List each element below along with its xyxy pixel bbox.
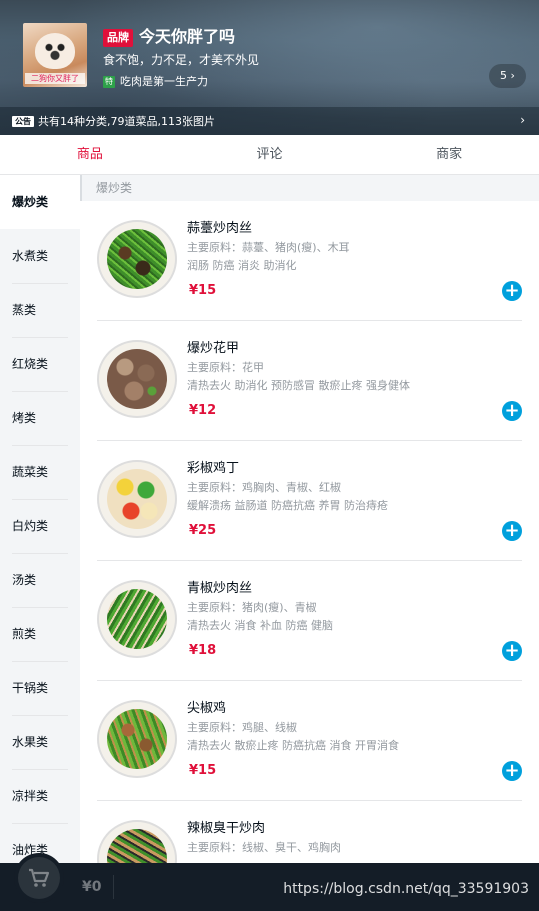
bulletin-bar[interactable]: 公告 共有14种分类,79道菜品,113张图片 › xyxy=(0,107,539,135)
plus-circle-icon[interactable]: + xyxy=(502,641,522,661)
dog-face-image xyxy=(35,33,75,69)
brand-badge: 品牌 xyxy=(103,29,133,47)
shop-description: 食不饱，力不足，才美不外见 xyxy=(103,53,260,67)
food-image xyxy=(97,219,177,299)
menu-item-label: 蒸类 xyxy=(12,283,68,338)
plus-circle-icon[interactable]: + xyxy=(502,761,522,781)
food-tags: 清热去火 消食 补血 防癌 健脑 xyxy=(187,619,333,632)
food-name: 尖椒鸡 xyxy=(187,701,227,716)
menu-item-soup[interactable]: 汤类 xyxy=(0,553,80,608)
food-item[interactable]: 辣椒臭干炒肉 主要原料：线椒、臭干、鸡胸肉 xyxy=(97,801,522,863)
food-name: 彩椒鸡丁 xyxy=(187,461,240,476)
menu-item-label: 烤类 xyxy=(12,391,68,446)
menu-item-boiled[interactable]: 水煮类 xyxy=(0,229,80,284)
food-name: 辣椒臭干炒肉 xyxy=(187,821,266,836)
shopping-cart-icon xyxy=(18,857,60,899)
food-ingredients: 主要原料：鸡腿、线椒 xyxy=(187,721,297,734)
menu-item-blanched[interactable]: 白灼类 xyxy=(0,499,80,554)
menu-item-pan-fried[interactable]: 煎类 xyxy=(0,607,80,662)
food-item[interactable]: 青椒炒肉丝 主要原料：猪肉(瘦)、青椒 清热去火 消食 补血 防癌 健脑 ¥18… xyxy=(97,561,522,681)
support-info: 特 吃肉是第一生产力 xyxy=(103,74,208,90)
food-name: 爆炒花甲 xyxy=(187,341,240,356)
food-image xyxy=(97,699,177,779)
food-name: 青椒炒肉丝 xyxy=(187,581,253,596)
special-tag: 特 xyxy=(103,76,115,88)
menu-item-braised[interactable]: 红烧类 xyxy=(0,337,80,392)
food-name: 蒜薹炒肉丝 xyxy=(187,221,253,236)
food-item[interactable]: 彩椒鸡丁 主要原料：鸡胸肉、青椒、红椒 缓解溃疡 益肠道 防癌抗癌 养胃 防治痔… xyxy=(97,441,522,561)
tab-ratings[interactable]: 评论 xyxy=(180,135,360,174)
food-tags: 润肠 防癌 消炎 助消化 xyxy=(187,259,297,272)
shop-name: 今天你胖了吗 xyxy=(139,27,236,46)
menu-item-label: 煎类 xyxy=(12,607,68,662)
menu-item-roasted[interactable]: 烤类 xyxy=(0,391,80,446)
food-ingredients: 主要原料：花甲 xyxy=(187,361,264,374)
support-text: 吃肉是第一生产力 xyxy=(120,75,208,88)
plus-circle-icon[interactable]: + xyxy=(502,401,522,421)
food-price: ¥12 xyxy=(189,403,217,418)
food-item[interactable]: 尖椒鸡 主要原料：鸡腿、线椒 清热去火 散瘀止疼 防癌抗癌 消食 开胃消食 ¥1… xyxy=(97,681,522,801)
food-image xyxy=(97,339,177,419)
shop-avatar: 二狗你又胖了 xyxy=(23,23,87,87)
chevron-right-icon: › xyxy=(520,113,525,127)
menu-item-label: 干锅类 xyxy=(12,661,68,716)
food-ingredients: 主要原料：猪肉(瘦)、青椒 xyxy=(187,601,317,614)
menu-item-label: 汤类 xyxy=(12,553,68,608)
menu-item-vegetables[interactable]: 蔬菜类 xyxy=(0,445,80,500)
menu-item-label: 爆炒类 xyxy=(12,195,49,209)
food-price: ¥15 xyxy=(189,763,217,778)
food-price: ¥18 xyxy=(189,643,217,658)
category-title: 爆炒类 xyxy=(80,175,539,201)
shopcart-bar[interactable]: ¥0 https://blog.csdn.net/qq_33591903 xyxy=(0,853,539,911)
tab-seller[interactable]: 商家 xyxy=(359,135,539,174)
menu-item-label: 水果类 xyxy=(12,715,68,770)
menu-item-cold-dish[interactable]: 凉拌类 xyxy=(0,769,80,824)
food-tags: 清热去火 助消化 预防感冒 散瘀止疼 强身健体 xyxy=(187,379,410,392)
menu-item-fruit[interactable]: 水果类 xyxy=(0,715,80,770)
plus-circle-icon[interactable]: + xyxy=(502,521,522,541)
shop-header: 二狗你又胖了 品牌 今天你胖了吗 食不饱，力不足，才美不外见 特 吃肉是第一生产… xyxy=(0,0,539,135)
food-image xyxy=(97,459,177,539)
plus-circle-icon[interactable]: + xyxy=(502,281,522,301)
food-item[interactable]: 爆炒花甲 主要原料：花甲 清热去火 助消化 预防感冒 散瘀止疼 强身健体 ¥12… xyxy=(97,321,522,441)
food-tags: 清热去火 散瘀止疼 防癌抗癌 消食 开胃消食 xyxy=(187,739,399,752)
tab-goods[interactable]: 商品 xyxy=(0,135,180,174)
support-count-button[interactable]: 5 › xyxy=(489,64,526,88)
menu-item-label: 凉拌类 xyxy=(12,769,68,824)
cart-total-price: ¥0 xyxy=(82,875,115,899)
food-image xyxy=(97,819,177,863)
food-ingredients: 主要原料：线椒、臭干、鸡胸肉 xyxy=(187,841,341,854)
category-menu: 爆炒类 水煮类 蒸类 红烧类 烤类 蔬菜类 白灼类 汤类 煎类 干锅类 水果类 … xyxy=(0,175,80,863)
bulletin-text: 共有14种分类,79道菜品,113张图片 xyxy=(38,115,215,128)
food-ingredients: 主要原料：鸡胸肉、青椒、红椒 xyxy=(187,481,341,494)
menu-item-label: 白灼类 xyxy=(12,499,68,554)
menu-item-steamed[interactable]: 蒸类 xyxy=(0,283,80,338)
food-list[interactable]: 爆炒类 蒜薹炒肉丝 主要原料：蒜薹、猪肉(瘦)、木耳 润肠 防癌 消炎 助消化 … xyxy=(80,175,539,863)
avatar-caption: 二狗你又胖了 xyxy=(25,73,85,84)
food-price: ¥25 xyxy=(189,523,217,538)
bulletin-label: 公告 xyxy=(12,115,34,127)
food-ingredients: 主要原料：蒜薹、猪肉(瘦)、木耳 xyxy=(187,241,350,254)
menu-item-label: 蔬菜类 xyxy=(12,445,68,500)
food-price: ¥15 xyxy=(189,283,217,298)
menu-item-label: 水煮类 xyxy=(12,229,68,284)
watermark-text: https://blog.csdn.net/qq_33591903 xyxy=(283,881,529,897)
food-item[interactable]: 蒜薹炒肉丝 主要原料：蒜薹、猪肉(瘦)、木耳 润肠 防癌 消炎 助消化 ¥15 … xyxy=(97,201,522,321)
food-image xyxy=(97,579,177,659)
menu-item-label: 红烧类 xyxy=(12,337,68,392)
tab-bar: 商品 评论 商家 xyxy=(0,135,539,175)
menu-item-dry-pot[interactable]: 干锅类 xyxy=(0,661,80,716)
menu-item-stir-fry[interactable]: 爆炒类 xyxy=(0,175,80,229)
food-tags: 缓解溃疡 益肠道 防癌抗癌 养胃 防治痔疮 xyxy=(187,499,388,512)
cart-logo[interactable] xyxy=(14,853,64,903)
